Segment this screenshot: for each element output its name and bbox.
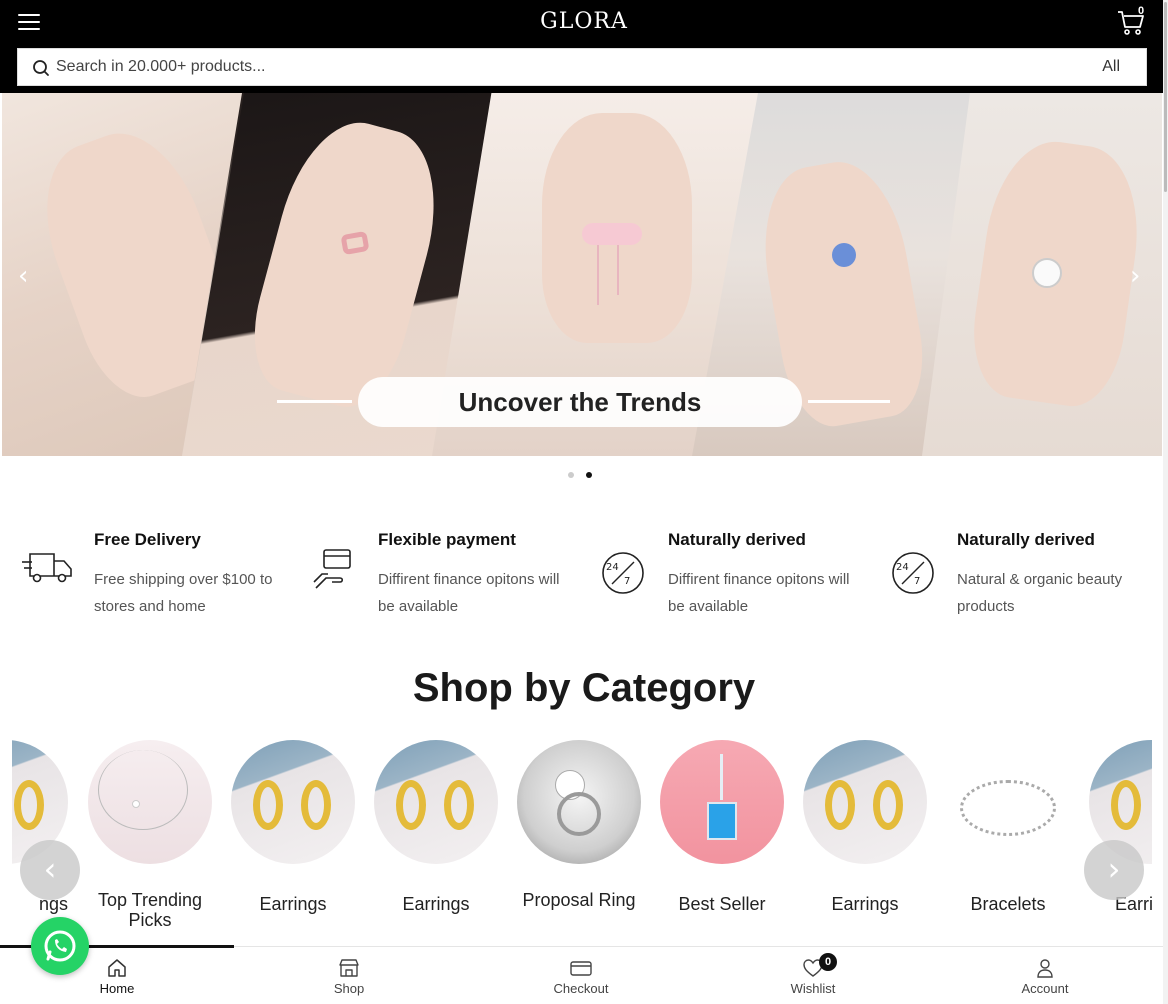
svg-text:24: 24 — [896, 562, 909, 573]
nav-label: Account — [1021, 981, 1069, 996]
nav-wishlist[interactable]: 0 Wishlist — [763, 953, 863, 996]
carousel-prev-button[interactable]: ‹ — [20, 840, 80, 900]
slider-pagination — [568, 465, 604, 483]
cart-count-badge: 0 — [1138, 5, 1145, 17]
section-title: Shop by Category — [412, 666, 756, 710]
whatsapp-chat-button[interactable] — [31, 917, 89, 975]
support-24-7-icon: 24 7 — [892, 552, 934, 594]
category-image — [946, 740, 1070, 864]
credit-card-icon — [570, 961, 592, 976]
carousel-next-button[interactable]: › — [1084, 840, 1144, 900]
feature-title: Free Delivery — [94, 530, 201, 549]
category-item[interactable]: Top Trending Picks — [88, 740, 212, 930]
category-item[interactable]: Best Seller — [660, 740, 784, 914]
delivery-truck-icon — [22, 553, 72, 583]
hero-caption-line-right — [808, 400, 890, 403]
nav-checkout[interactable]: Checkout — [531, 957, 631, 996]
feature-title: Naturally derived — [668, 530, 806, 549]
category-item[interactable]: Earrings — [803, 740, 927, 914]
category-item[interactable]: Bracelets — [946, 740, 1070, 914]
nav-label: Wishlist — [790, 981, 836, 996]
feature-title: Naturally derived — [957, 530, 1095, 549]
home-icon — [108, 959, 126, 977]
category-image — [660, 740, 784, 864]
category-label: Earrings — [402, 894, 470, 914]
category-image — [803, 740, 927, 864]
site-logo[interactable]: GLORA — [0, 9, 1168, 34]
category-label: Proposal Ring — [522, 890, 636, 910]
hero-slider[interactable]: Uncover the Trends ‹ › — [2, 93, 1162, 456]
search-icon[interactable] — [32, 59, 50, 77]
chevron-left-icon[interactable]: ‹ — [18, 261, 28, 291]
hero-caption-line-left — [277, 400, 352, 403]
user-icon — [1037, 959, 1053, 978]
hero-caption: Uncover the Trends — [358, 377, 802, 427]
search-bar: All — [17, 48, 1147, 86]
store-icon — [339, 959, 359, 977]
support-24-7-icon: 24 7 — [602, 552, 644, 594]
nav-label: Home — [99, 981, 135, 996]
chevron-left-icon: ‹ — [43, 850, 57, 888]
category-label: Earrings — [831, 894, 899, 914]
nav-label: Shop — [333, 981, 365, 996]
category-item[interactable]: Proposal Ring — [517, 740, 641, 910]
feature-desc: Free shipping over $100 to stores and ho… — [94, 571, 273, 615]
svg-text:7: 7 — [624, 576, 630, 587]
nav-shop[interactable]: Shop — [299, 957, 399, 996]
category-image — [88, 740, 212, 864]
category-item[interactable]: Earrings — [231, 740, 355, 914]
category-image — [374, 740, 498, 864]
category-image — [231, 740, 355, 864]
search-input[interactable] — [56, 49, 1056, 85]
whatsapp-icon — [44, 930, 76, 962]
scrollbar-thumb[interactable] — [1164, 2, 1167, 192]
payment-hand-icon — [313, 549, 351, 589]
slider-dot-1[interactable] — [568, 472, 574, 478]
feature-desc: Diffirent finance opitons will be availa… — [378, 571, 560, 615]
category-label: Top Trending Picks — [97, 890, 203, 930]
category-label: Best Seller — [678, 894, 766, 914]
search-category-select[interactable]: All — [1102, 58, 1120, 76]
category-item[interactable]: Earrings — [374, 740, 498, 914]
svg-text:24: 24 — [606, 562, 619, 573]
category-image — [517, 740, 641, 864]
category-carousel: ngs Top Trending Picks Earrings Earrings… — [12, 740, 1152, 940]
chevron-right-icon[interactable]: › — [1130, 261, 1140, 291]
site-header: GLORA 0 All — [0, 0, 1168, 93]
feature-desc: Diffirent finance opitons will be availa… — [668, 571, 850, 615]
svg-text:7: 7 — [914, 576, 920, 587]
category-label: Earrings — [259, 894, 327, 914]
bottom-nav: Home Shop Checkout 0 Wishlist Account — [0, 945, 1164, 1004]
feature-title: Flexible payment — [378, 530, 516, 549]
chevron-right-icon: › — [1107, 850, 1121, 888]
nav-account[interactable]: Account — [995, 957, 1095, 996]
slider-dot-2[interactable] — [586, 472, 592, 478]
category-label: Bracelets — [970, 894, 1046, 914]
wishlist-count-badge: 0 — [819, 953, 837, 971]
nav-label: Checkout — [553, 981, 609, 996]
feature-desc: Natural & organic beauty products — [957, 571, 1123, 615]
